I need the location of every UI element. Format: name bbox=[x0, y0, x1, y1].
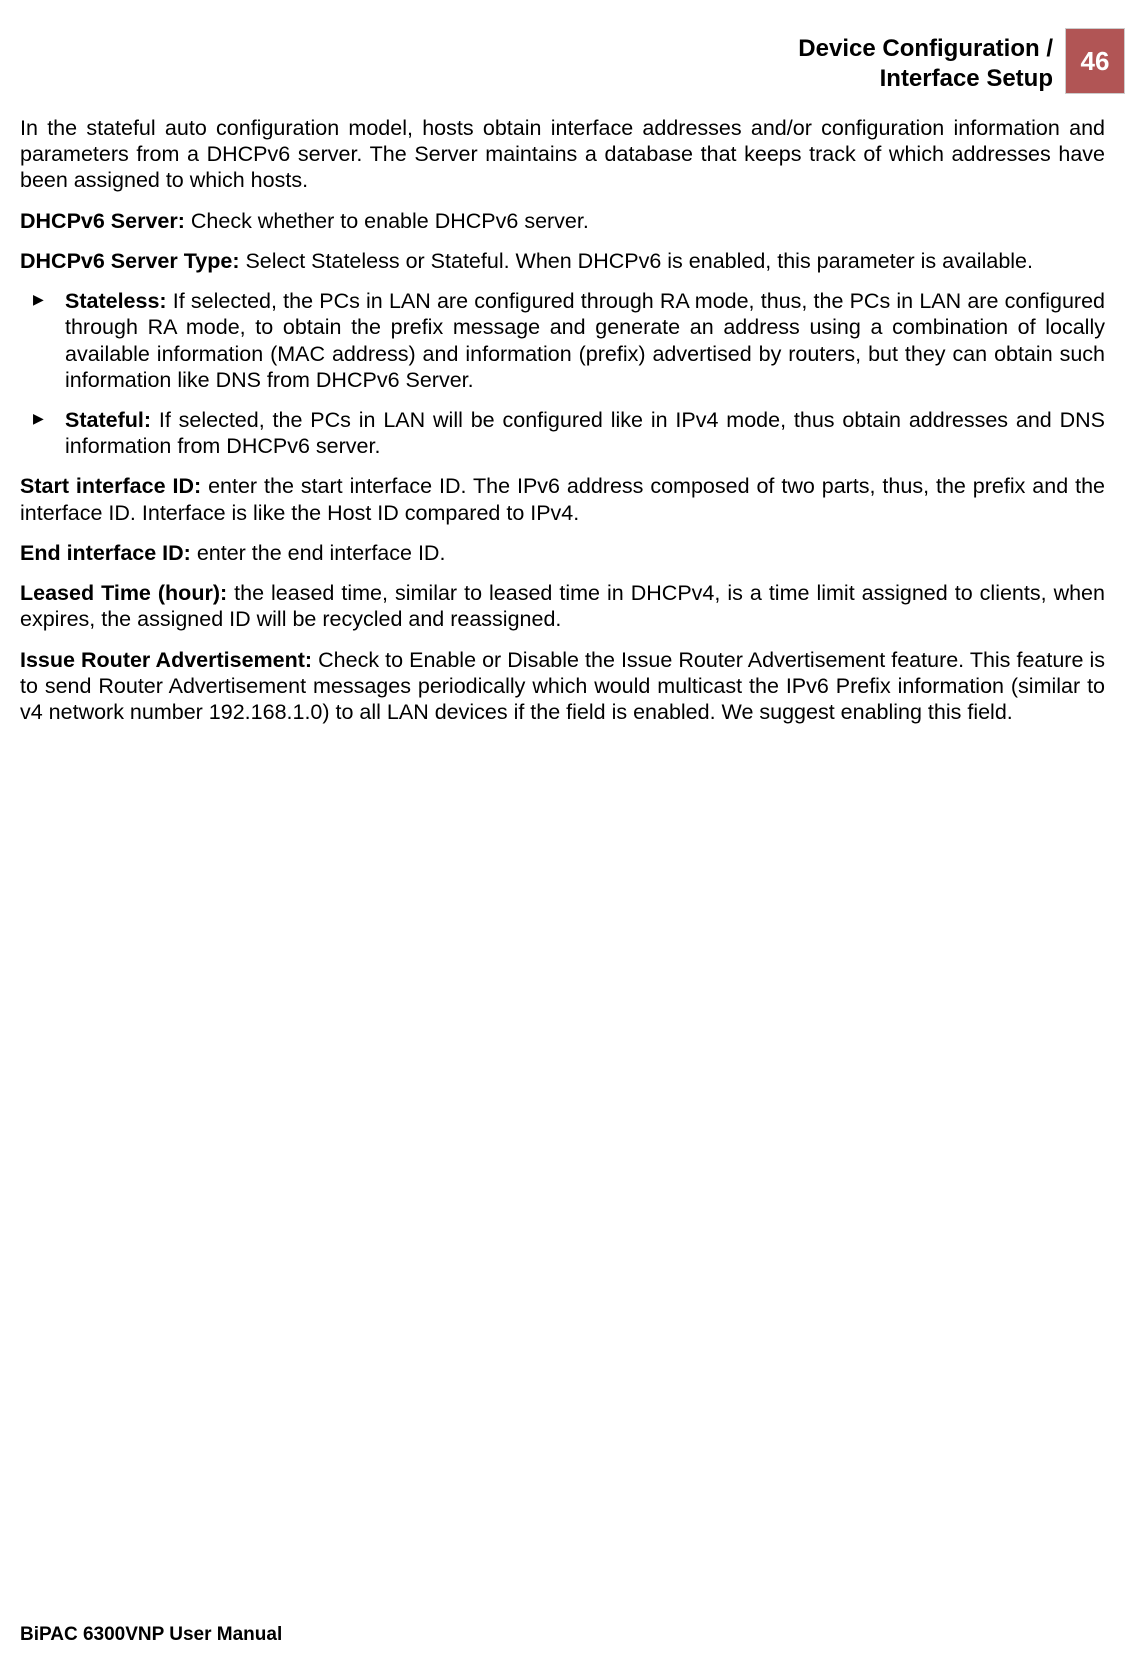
bullet-stateless: Stateless: If selected, the PCs in LAN a… bbox=[65, 288, 1105, 393]
label-end-interface: End interface ID: bbox=[20, 541, 191, 565]
label-dhcpv6-server-type: DHCPv6 Server Type: bbox=[20, 249, 239, 273]
paragraph-end-interface: End interface ID: enter the end interfac… bbox=[20, 540, 1105, 566]
bullet-list: Stateless: If selected, the PCs in LAN a… bbox=[65, 288, 1105, 459]
label-start-interface: Start interface ID: bbox=[20, 474, 201, 498]
paragraph-dhcpv6-server-type: DHCPv6 Server Type: Select Stateless or … bbox=[20, 248, 1105, 274]
page-footer: BiPAC 6300VNP User Manual bbox=[20, 1624, 282, 1646]
page-header: Device Configuration / Interface Setup 4… bbox=[798, 28, 1125, 94]
label-stateless: Stateless: bbox=[65, 289, 167, 313]
text-stateless: If selected, the PCs in LAN are configur… bbox=[65, 289, 1105, 392]
label-stateful: Stateful: bbox=[65, 408, 151, 432]
text-dhcpv6-server-type: Select Stateless or Stateful. When DHCPv… bbox=[239, 249, 1033, 273]
paragraph-start-interface: Start interface ID: enter the start inte… bbox=[20, 473, 1105, 525]
paragraph-leased-time: Leased Time (hour): the leased time, sim… bbox=[20, 580, 1105, 632]
text-stateful: If selected, the PCs in LAN will be conf… bbox=[65, 408, 1105, 458]
paragraph-intro: In the stateful auto configuration model… bbox=[20, 115, 1105, 194]
footer-text: BiPAC 6300VNP User Manual bbox=[20, 1624, 282, 1645]
text-end-interface: enter the end interface ID. bbox=[191, 541, 446, 565]
label-leased-time: Leased Time (hour): bbox=[20, 581, 227, 605]
label-dhcpv6-server: DHCPv6 Server: bbox=[20, 209, 185, 233]
content-area: In the stateful auto configuration model… bbox=[20, 115, 1105, 739]
page-number: 46 bbox=[1081, 46, 1110, 77]
bullet-stateful: Stateful: If selected, the PCs in LAN wi… bbox=[65, 407, 1105, 459]
header-title-line1: Device Configuration / bbox=[798, 34, 1053, 64]
page-number-box: 46 bbox=[1065, 28, 1125, 94]
label-issue-router-adv: Issue Router Advertisement: bbox=[20, 648, 312, 672]
text-dhcpv6-server: Check whether to enable DHCPv6 server. bbox=[185, 209, 589, 233]
paragraph-dhcpv6-server: DHCPv6 Server: Check whether to enable D… bbox=[20, 208, 1105, 234]
header-title-line2: Interface Setup bbox=[798, 64, 1053, 94]
header-title-block: Device Configuration / Interface Setup bbox=[798, 28, 1065, 94]
paragraph-issue-router-adv: Issue Router Advertisement: Check to Ena… bbox=[20, 647, 1105, 726]
